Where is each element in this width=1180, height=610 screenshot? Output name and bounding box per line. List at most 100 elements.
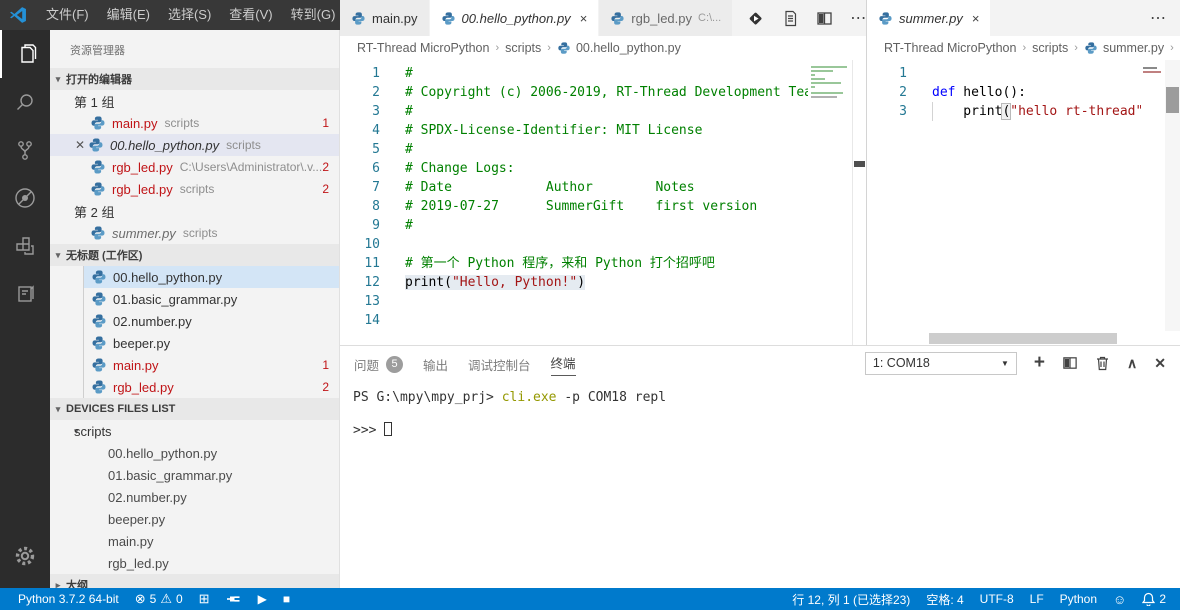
workspace-file[interactable]: main.py 1 bbox=[84, 354, 339, 376]
cursor-position-status[interactable]: 行 12, 列 1 (已选择23) bbox=[774, 591, 918, 608]
notifications-button[interactable]: 2 bbox=[1134, 592, 1180, 606]
menu-edit[interactable]: 编辑(E) bbox=[98, 0, 159, 30]
workspace-file[interactable]: 01.basic_grammar.py bbox=[84, 288, 339, 310]
tab-output[interactable]: 输出 bbox=[423, 353, 448, 374]
device-file[interactable]: rgb_led.py bbox=[50, 552, 339, 574]
workspace-file[interactable]: rgb_led.py 2 bbox=[84, 376, 339, 398]
menu-file[interactable]: 文件(F) bbox=[37, 0, 98, 30]
minimap[interactable] bbox=[1141, 60, 1165, 331]
open-editor-item-main[interactable]: main.py scripts 1 bbox=[50, 112, 339, 134]
minimap[interactable] bbox=[808, 60, 852, 345]
source-control-icon[interactable] bbox=[0, 126, 50, 174]
scrollbar-thumb[interactable] bbox=[1166, 87, 1179, 113]
board-download-button[interactable]: ⊞ bbox=[191, 591, 218, 607]
search-icon[interactable] bbox=[0, 78, 50, 126]
run-button[interactable]: ▶ bbox=[250, 592, 275, 606]
vertical-scrollbar[interactable] bbox=[1165, 60, 1180, 331]
breadcrumb-item[interactable]: RT-Thread MicroPython bbox=[884, 41, 1016, 55]
open-editor-item-hello[interactable]: ✕ 00.hello_python.py scripts bbox=[50, 134, 339, 156]
devices-section-header[interactable]: ▾ DEVICES FILES LIST bbox=[50, 398, 339, 420]
split-editor-icon[interactable] bbox=[816, 10, 833, 27]
breadcrumb-item[interactable]: scripts bbox=[505, 41, 541, 55]
breadcrumb-item[interactable]: RT-Thread MicroPython bbox=[357, 41, 489, 55]
devices-folder-scripts[interactable]: ▾ scripts bbox=[50, 420, 339, 442]
bell-icon bbox=[1142, 592, 1155, 606]
chevron-right-icon: › bbox=[1074, 42, 1078, 54]
more-actions-icon[interactable]: ⋯ bbox=[1150, 8, 1167, 28]
outline-section-header[interactable]: ▸ 大纲 bbox=[50, 574, 339, 588]
feedback-button[interactable]: ☺ bbox=[1105, 592, 1134, 607]
breadcrumb-item[interactable]: summer.py bbox=[1103, 41, 1164, 55]
indentation-status[interactable]: 空格: 4 bbox=[918, 591, 971, 608]
panel-toolbar: 1: COM18 ▼ + ∧ ✕ bbox=[865, 352, 1166, 375]
more-actions-icon[interactable]: ⋯ bbox=[850, 8, 867, 28]
terminal-select[interactable]: 1: COM18 ▼ bbox=[865, 352, 1017, 375]
rt-thread-files-icon[interactable] bbox=[0, 270, 50, 318]
open-editor-item-rgb1[interactable]: rgb_led.py C:\Users\Administrator\.v... … bbox=[50, 156, 339, 178]
tab-close-icon[interactable]: × bbox=[580, 11, 588, 26]
terminal-output[interactable]: PS G:\mpy\mpy_prj> cli.exe -p COM18 repl… bbox=[340, 380, 1180, 439]
open-editor-item-rgb2[interactable]: rgb_led.py scripts 2 bbox=[50, 178, 339, 200]
tab-problems[interactable]: 问题 5 bbox=[354, 353, 403, 374]
file-name: summer.py bbox=[112, 226, 176, 241]
tab-summer-py[interactable]: summer.py × bbox=[867, 0, 991, 36]
kill-terminal-trash-icon[interactable] bbox=[1095, 355, 1110, 371]
breadcrumb-item[interactable]: scripts bbox=[1032, 41, 1068, 55]
file-desc: C:\Users\Administrator\.v... bbox=[180, 160, 322, 174]
indent-guide bbox=[932, 102, 933, 121]
menu-go[interactable]: 转到(G) bbox=[282, 0, 345, 30]
tab-close-icon[interactable]: × bbox=[972, 11, 980, 26]
explorer-icon[interactable] bbox=[0, 30, 50, 78]
horizontal-scrollbar[interactable] bbox=[867, 332, 1165, 345]
tab-terminal[interactable]: 终端 bbox=[551, 351, 576, 376]
tab-main-py[interactable]: main.py bbox=[340, 0, 430, 36]
tab-hello-python-py[interactable]: 00.hello_python.py × bbox=[430, 0, 600, 36]
split-terminal-icon[interactable] bbox=[1062, 355, 1078, 371]
editor-group-left: main.py 00.hello_python.py × rgb_led.py … bbox=[340, 0, 866, 345]
python-file-icon bbox=[91, 335, 107, 351]
file-desc: scripts bbox=[180, 182, 215, 196]
explorer-sidebar: 资源管理器 ▾ 打开的编辑器 第 1 组 main.py scripts 1 ✕… bbox=[50, 30, 340, 588]
workspace-section-header[interactable]: ▾ 无标题 (工作区) bbox=[50, 244, 339, 266]
open-editor-item-summer[interactable]: summer.py scripts bbox=[50, 222, 339, 244]
workspace-file[interactable]: 00.hello_python.py bbox=[84, 266, 339, 288]
python-file-icon bbox=[441, 11, 456, 26]
outline-label: 大纲 bbox=[66, 577, 88, 588]
run-download-icon[interactable] bbox=[746, 9, 765, 28]
new-terminal-icon[interactable]: + bbox=[1034, 356, 1045, 370]
device-file[interactable]: beeper.py bbox=[50, 508, 339, 530]
breadcrumb-item[interactable]: 00.hello_python.py bbox=[576, 41, 681, 55]
menu-selection[interactable]: 选择(S) bbox=[159, 0, 220, 30]
device-file[interactable]: 01.basic_grammar.py bbox=[50, 464, 339, 486]
extensions-icon[interactable] bbox=[0, 222, 50, 270]
close-editor-icon[interactable]: ✕ bbox=[72, 138, 88, 152]
stop-button[interactable]: ■ bbox=[275, 592, 298, 606]
device-file[interactable]: main.py bbox=[50, 530, 339, 552]
menu-view[interactable]: 查看(V) bbox=[220, 0, 281, 30]
python-interpreter-status[interactable]: Python 3.7.2 64-bit bbox=[0, 592, 127, 606]
close-panel-icon[interactable]: ✕ bbox=[1154, 355, 1166, 372]
scrollbar-thumb[interactable] bbox=[929, 333, 1117, 344]
build-report-icon[interactable] bbox=[782, 10, 799, 27]
editor-group-right: summer.py × ⋯ RT-Thread MicroPython › sc… bbox=[866, 0, 1180, 345]
device-file[interactable]: 00.hello_python.py bbox=[50, 442, 339, 464]
eol-status[interactable]: LF bbox=[1022, 592, 1052, 606]
debug-icon[interactable] bbox=[0, 174, 50, 222]
overview-ruler[interactable] bbox=[852, 60, 866, 345]
device-file[interactable]: 02.number.py bbox=[50, 486, 339, 508]
workspace-file[interactable]: 02.number.py bbox=[84, 310, 339, 332]
file-name: main.py bbox=[112, 116, 158, 131]
encoding-status[interactable]: UTF-8 bbox=[972, 592, 1022, 606]
device-connect-button[interactable] bbox=[218, 593, 250, 605]
settings-gear-icon[interactable] bbox=[0, 532, 50, 580]
file-desc: scripts bbox=[183, 226, 218, 240]
tab-rgb-led-py[interactable]: rgb_led.py C:\... bbox=[599, 0, 733, 36]
workspace-file[interactable]: beeper.py bbox=[84, 332, 339, 354]
editor-content-right[interactable]: 1 2def hello(): 3 print("hello rt-thread… bbox=[867, 60, 1180, 345]
maximize-panel-icon[interactable]: ∧ bbox=[1127, 355, 1137, 372]
language-mode-status[interactable]: Python bbox=[1052, 592, 1105, 606]
problems-status[interactable]: ⊗5 ⚠0 bbox=[127, 591, 191, 607]
open-editors-header[interactable]: ▾ 打开的编辑器 bbox=[50, 68, 339, 90]
editor-content-left[interactable]: 1# 2# Copyright (c) 2006-2019, RT-Thread… bbox=[340, 60, 866, 345]
tab-debug-console[interactable]: 调试控制台 bbox=[468, 353, 531, 374]
